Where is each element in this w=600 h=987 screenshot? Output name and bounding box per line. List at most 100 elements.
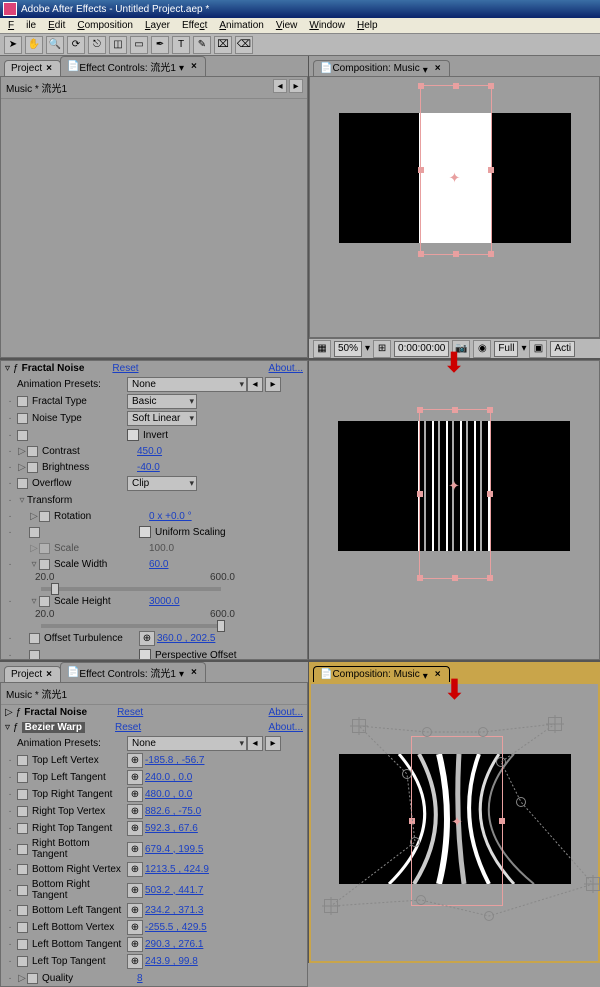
bezier-tangent[interactable] — [496, 757, 506, 767]
scale-height-slider[interactable] — [41, 624, 221, 628]
point-picker-icon[interactable]: ⊕ — [127, 753, 143, 768]
layer-selection-box[interactable] — [419, 409, 491, 579]
chevron-down-icon[interactable]: ▾ — [179, 63, 187, 71]
region-icon[interactable]: ▣ — [529, 340, 547, 358]
bezier-vertex[interactable] — [548, 717, 562, 731]
app-title: Adobe After Effects - Untitled Project.a… — [21, 4, 209, 15]
p4-value[interactable]: 882.6 , -75.0 — [145, 806, 201, 817]
scale-height-value[interactable]: 3000.0 — [149, 596, 180, 607]
zoom-field[interactable]: 50% — [334, 341, 362, 357]
eraser-tool-icon[interactable]: ⌫ — [235, 36, 253, 54]
clone-tool-icon[interactable]: ⌧ — [214, 36, 232, 54]
effect-header-fractal[interactable]: ▿ƒ Fractal Noise Reset About... — [1, 361, 307, 376]
pan-tool-icon[interactable]: ◫ — [109, 36, 127, 54]
tab-effect-controls[interactable]: 📄Effect Controls: 流光1▾× — [60, 56, 206, 76]
menu-file[interactable]: File — [2, 20, 42, 31]
panel-menu-icon[interactable]: ◂ — [273, 79, 287, 93]
bezier-tangent[interactable] — [484, 911, 494, 921]
p12-value[interactable]: 243.9 , 99.8 — [145, 956, 198, 967]
arrow-down-icon: ⬇ — [443, 680, 466, 700]
grid-icon[interactable]: ▦ — [313, 340, 331, 358]
camera-tool-icon[interactable]: ⎋ — [88, 36, 106, 54]
bezier-tangent[interactable] — [410, 837, 420, 847]
tab-composition[interactable]: 📄Composition: Music▾× — [313, 60, 450, 76]
menu-animation[interactable]: Animation — [213, 20, 269, 31]
about-link[interactable]: About... — [269, 707, 303, 718]
menu-window[interactable]: Window — [303, 20, 351, 31]
quality-value[interactable]: 8 — [137, 973, 143, 984]
prev-preset-icon[interactable]: ◂ — [247, 377, 263, 392]
hand-tool-icon[interactable]: ✋ — [25, 36, 43, 54]
fractal-type-dropdown[interactable]: Basic — [127, 394, 197, 409]
brush-tool-icon[interactable]: ✎ — [193, 36, 211, 54]
menu-help[interactable]: Help — [351, 20, 384, 31]
tab-effect-controls[interactable]: 📄Effect Controls: 流光1▾× — [60, 662, 206, 682]
p11-value[interactable]: 290.3 , 276.1 — [145, 939, 203, 950]
menu-effect[interactable]: Effect — [176, 20, 213, 31]
bezier-tangent[interactable] — [422, 727, 432, 737]
reset-link[interactable]: Reset — [115, 722, 141, 733]
invert-checkbox[interactable] — [127, 429, 139, 441]
about-link[interactable]: About... — [269, 363, 303, 374]
noise-type-dropdown[interactable]: Soft Linear — [127, 411, 197, 426]
effect-header-bezier[interactable]: Bezier Warp — [22, 722, 85, 733]
selection-tool-icon[interactable]: ➤ — [4, 36, 22, 54]
menu-bar: File Edit Composition Layer Effect Anima… — [0, 18, 600, 34]
perspective-checkbox[interactable] — [139, 649, 151, 660]
rotation-value[interactable]: 0 x +0.0 ° — [149, 511, 192, 522]
bezier-tangent[interactable] — [516, 797, 526, 807]
close-icon[interactable]: × — [46, 63, 52, 74]
overflow-dropdown[interactable]: Clip — [127, 476, 197, 491]
menu-layer[interactable]: Layer — [139, 20, 176, 31]
p10-value[interactable]: -255.5 , 429.5 — [145, 922, 207, 933]
p9-value[interactable]: 234.2 , 371.3 — [145, 905, 203, 916]
reset-link[interactable]: Reset — [112, 363, 138, 374]
mask-tool-icon[interactable]: ▭ — [130, 36, 148, 54]
bezier-tangent[interactable] — [402, 769, 412, 779]
tab-project[interactable]: Project× — [4, 666, 61, 682]
pen-tool-icon[interactable]: ✒ — [151, 36, 169, 54]
panel-tabs-left: Project× 📄Effect Controls: 流光1▾× — [0, 56, 308, 76]
close-icon[interactable]: × — [435, 63, 441, 74]
uniform-checkbox[interactable] — [139, 526, 151, 538]
menu-edit[interactable]: Edit — [42, 20, 71, 31]
tab-composition[interactable]: 📄Composition: Music▾× — [313, 666, 450, 682]
menu-composition[interactable]: Composition — [71, 20, 139, 31]
bezier-vertex[interactable] — [352, 719, 366, 733]
scale-width-value[interactable]: 60.0 — [149, 559, 168, 570]
offset-value[interactable]: 360.0 , 202.5 — [157, 633, 215, 644]
layer-selection-box[interactable] — [420, 85, 492, 255]
bezier-tangent[interactable] — [478, 727, 488, 737]
text-tool-icon[interactable]: T — [172, 36, 190, 54]
timecode-field[interactable]: 0:00:00:00 — [394, 341, 449, 357]
rotate-tool-icon[interactable]: ⟳ — [67, 36, 85, 54]
contrast-value[interactable]: 450.0 — [137, 446, 162, 457]
resolution-field[interactable]: Full — [494, 341, 518, 357]
p7-value[interactable]: 1213.5 , 424.9 — [145, 864, 209, 875]
panel-menu-icon[interactable]: ▸ — [289, 79, 303, 93]
bezier-vertex[interactable] — [586, 877, 600, 891]
next-preset-icon[interactable]: ▸ — [265, 377, 281, 392]
p1-value[interactable]: -185.8 , -56.7 — [145, 755, 204, 766]
p3-value[interactable]: 480.0 , 0.0 — [145, 789, 192, 800]
channel-icon[interactable]: ◉ — [473, 340, 491, 358]
about-link[interactable]: About... — [269, 722, 303, 733]
aspect-icon[interactable]: ⊞ — [373, 340, 391, 358]
anim-presets-dropdown[interactable]: None — [127, 736, 247, 751]
bezier-tangent[interactable] — [416, 895, 426, 905]
close-icon[interactable]: × — [191, 61, 197, 72]
bezier-vertex[interactable] — [324, 899, 338, 913]
zoom-tool-icon[interactable]: 🔍 — [46, 36, 64, 54]
scale-width-slider[interactable] — [41, 587, 221, 591]
tab-project[interactable]: Project× — [4, 60, 61, 76]
p5-value[interactable]: 592.3 , 67.6 — [145, 823, 198, 834]
brightness-value[interactable]: -40.0 — [137, 462, 160, 473]
active-camera[interactable]: Acti — [550, 341, 575, 357]
p6-value[interactable]: 679.4 , 199.5 — [145, 844, 203, 855]
p2-value[interactable]: 240.0 , 0.0 — [145, 772, 192, 783]
reset-link[interactable]: Reset — [117, 707, 143, 718]
point-picker-icon[interactable]: ⊕ — [139, 631, 155, 646]
p8-value[interactable]: 503.2 , 441.7 — [145, 885, 203, 896]
anim-presets-dropdown[interactable]: None — [127, 377, 247, 392]
menu-view[interactable]: View — [270, 20, 304, 31]
